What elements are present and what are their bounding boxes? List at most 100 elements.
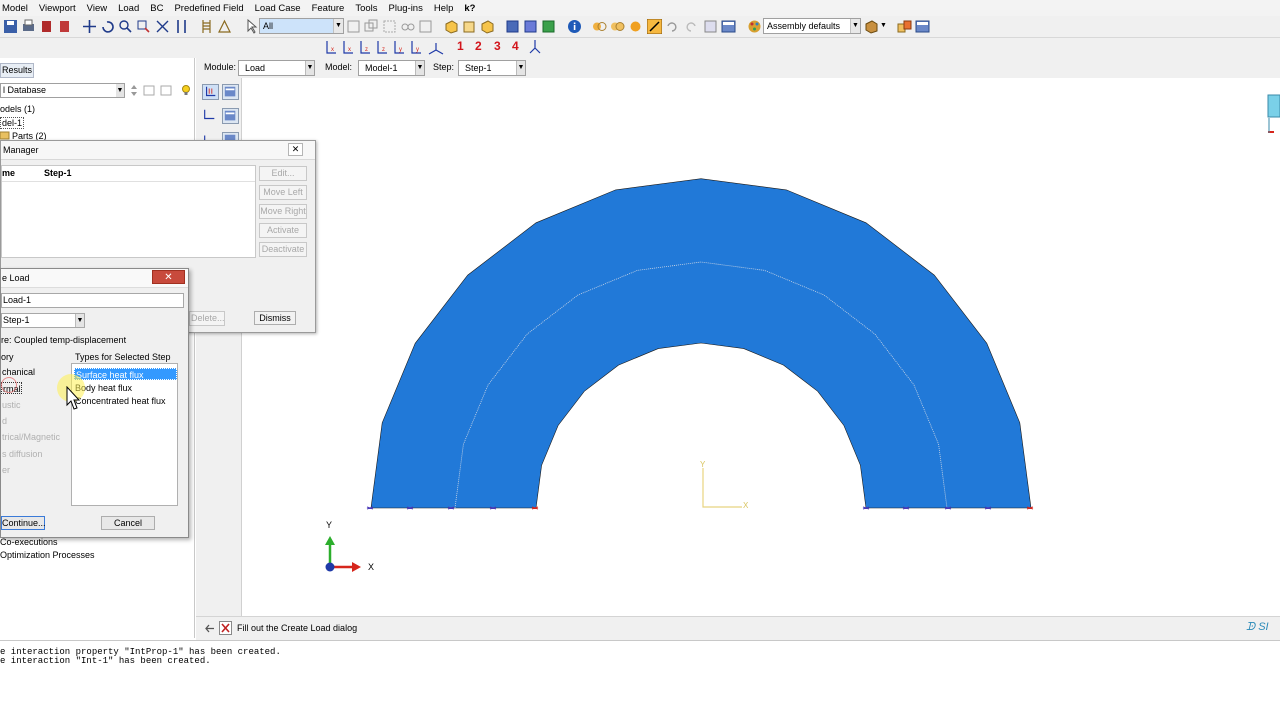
activate-button[interactable]: Activate <box>259 223 307 238</box>
select-arrow-icon[interactable] <box>244 19 259 34</box>
record-icon[interactable] <box>39 19 54 34</box>
tree-tools-icons[interactable] <box>128 83 194 98</box>
menu-model[interactable]: Model <box>2 3 28 14</box>
load-manager-tool[interactable] <box>222 84 239 100</box>
render-hidden-icon[interactable] <box>523 19 538 34</box>
step-select[interactable]: Step-1 ▼ <box>1 313 85 328</box>
module-select[interactable]: Load ▼ <box>238 60 315 76</box>
chevron-down-icon[interactable]: ▼ <box>880 22 887 29</box>
step-3-button[interactable]: 3 <box>494 39 501 53</box>
display-group-icon[interactable] <box>703 19 718 34</box>
render-style-select[interactable]: Assembly defaults ▼ <box>763 18 861 34</box>
step-table[interactable]: me Step-1 <box>1 165 256 258</box>
info-icon[interactable] <box>567 19 582 34</box>
context-help-icon[interactable]: k? <box>464 3 475 14</box>
menu-bc[interactable]: BC <box>150 3 163 14</box>
cancel-procedure-icon[interactable] <box>219 621 232 635</box>
tree-item-model-1[interactable]: del-1 <box>0 117 25 129</box>
view-direction-icons[interactable]: xxzzyy <box>324 39 450 56</box>
back-arrow-icon[interactable] <box>204 622 216 635</box>
auto-fit-icon[interactable] <box>155 19 170 34</box>
type-surface-heat-flux[interactable]: Surface heat flux <box>74 368 177 380</box>
back-view-icon[interactable] <box>480 19 495 34</box>
ruler-icon[interactable] <box>199 19 214 34</box>
viewport[interactable]: Y X Y X <box>243 78 1280 616</box>
edit-button[interactable]: Edit... <box>259 166 307 181</box>
menu-view[interactable]: View <box>87 3 107 14</box>
select-faces-icon[interactable] <box>382 19 397 34</box>
menu-help[interactable]: Help <box>434 3 454 14</box>
dismiss-button[interactable]: Dismiss <box>254 311 296 325</box>
cycle-views-icon[interactable] <box>174 19 189 34</box>
select-vertices-icon[interactable] <box>418 19 433 34</box>
render-style-value: Assembly defaults <box>767 21 841 31</box>
iso-view-icon[interactable] <box>444 19 459 34</box>
wand-icon[interactable] <box>647 19 662 34</box>
view-cube-icon[interactable] <box>1267 94 1280 133</box>
menu-feature[interactable]: Feature <box>312 3 345 14</box>
select-region-icon[interactable] <box>346 19 361 34</box>
color-mapping-icon[interactable] <box>610 19 625 34</box>
save-icon[interactable] <box>3 19 18 34</box>
model-canvas[interactable]: Y X Y X <box>243 78 1280 616</box>
category-mechanical[interactable]: chanical <box>1 366 35 378</box>
move-left-button[interactable]: Move Left <box>259 185 307 200</box>
assembly-color-icon[interactable] <box>747 19 762 34</box>
pan-icon[interactable] <box>82 19 97 34</box>
delete-button[interactable]: Delete... <box>189 311 225 326</box>
create-load-tool[interactable] <box>202 84 219 100</box>
menu-tools[interactable]: Tools <box>355 3 377 14</box>
deactivate-button[interactable]: Deactivate <box>259 242 307 257</box>
continue-button[interactable]: Continue... <box>1 516 46 530</box>
color-dot-icon[interactable] <box>628 19 643 34</box>
type-concentrated-heat-flux[interactable]: Concentrated heat flux <box>74 395 166 407</box>
select-cells-icon[interactable] <box>364 19 379 34</box>
query-icon[interactable] <box>217 19 232 34</box>
redo-icon[interactable] <box>683 19 698 34</box>
select-edges-icon[interactable] <box>400 19 415 34</box>
rotate-icon[interactable] <box>100 19 115 34</box>
selection-filter-select[interactable]: All ▼ <box>259 18 344 34</box>
types-header: Types for Selected Step <box>75 352 171 362</box>
step-2-button[interactable]: 2 <box>475 39 482 53</box>
menu-viewport[interactable]: Viewport <box>39 3 76 14</box>
menu-load[interactable]: Load <box>118 3 139 14</box>
front-view-icon[interactable] <box>462 19 477 34</box>
step-select[interactable]: Step-1 ▼ <box>458 60 526 76</box>
part-instance-icon[interactable] <box>864 19 879 34</box>
box-zoom-icon[interactable] <box>136 19 151 34</box>
types-list[interactable]: Surface heat flux Body heat flux Concent… <box>71 363 178 506</box>
undo-icon[interactable] <box>665 19 680 34</box>
database-select[interactable]: l Database ▼ <box>0 83 125 98</box>
tree-item-optimization-processes[interactable]: Optimization Processes <box>0 550 95 560</box>
load-name-field[interactable]: Load-1 <box>1 293 184 308</box>
cancel-button[interactable]: Cancel <box>101 516 155 530</box>
color-code-icon[interactable] <box>592 19 607 34</box>
layers-icon[interactable] <box>721 19 736 34</box>
step-1-button[interactable]: 1 <box>457 39 464 53</box>
model-select[interactable]: Model-1 ▼ <box>358 60 425 76</box>
category-header: ory <box>1 352 14 362</box>
close-icon[interactable]: ✕ <box>288 143 303 156</box>
move-right-button[interactable]: Move Right <box>259 204 307 219</box>
playback-icon[interactable] <box>57 19 72 34</box>
create-bc-tool[interactable] <box>202 108 219 124</box>
tree-item-models[interactable]: odels (1) <box>0 104 35 114</box>
menu-plug-ins[interactable]: Plug-ins <box>389 3 423 14</box>
step-4-button[interactable]: 4 <box>512 39 519 53</box>
close-icon[interactable]: ✕ <box>152 270 185 284</box>
render-wireframe-icon[interactable] <box>505 19 520 34</box>
tree-view-icon[interactable] <box>915 19 930 34</box>
menu-load-case[interactable]: Load Case <box>255 3 301 14</box>
render-shaded-icon[interactable] <box>541 19 556 34</box>
bc-manager-tool[interactable] <box>222 108 239 124</box>
menu-predefined-field[interactable]: Predefined Field <box>174 3 243 14</box>
print-icon[interactable] <box>21 19 36 34</box>
zoom-icon[interactable] <box>118 19 133 34</box>
tree-item-co-executions[interactable]: Co-executions <box>0 537 58 547</box>
context-bar: Module: Load ▼ Model: Model-1 ▼ Step: Step… <box>196 58 1280 78</box>
tab-results[interactable]: Results <box>0 63 34 78</box>
part-ring[interactable] <box>370 178 1032 509</box>
translate-instance-icon[interactable] <box>897 19 912 34</box>
axis-triad-icon[interactable] <box>528 39 542 55</box>
